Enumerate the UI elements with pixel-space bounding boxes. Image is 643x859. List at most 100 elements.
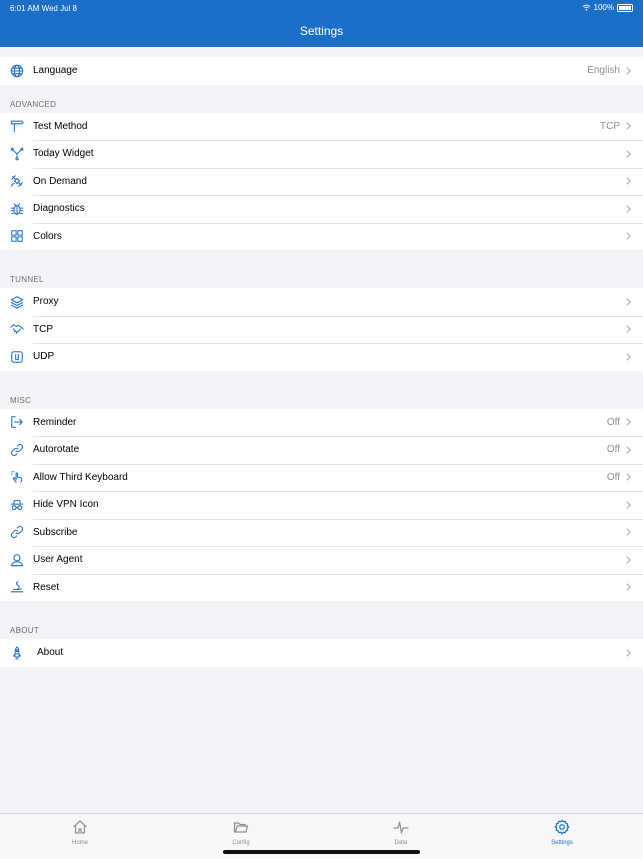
battery-percent: 100%	[593, 3, 614, 12]
incognito-icon	[9, 497, 25, 513]
signpost-icon	[9, 118, 25, 134]
row-label: Diagnostics	[33, 203, 85, 215]
row-colors[interactable]: Colors	[0, 222, 643, 250]
section-header-advanced: ADVANCED	[10, 99, 57, 109]
chevron-right-icon	[623, 445, 633, 454]
row-label: UDP	[33, 351, 55, 363]
sign-in-icon	[9, 414, 25, 430]
tab-settings[interactable]: Settings	[532, 819, 592, 846]
globe-icon	[9, 63, 25, 79]
row-allow-third-keyboard[interactable]: Allow Third Keyboard Off	[0, 463, 643, 491]
row-user-agent[interactable]: User Agent	[0, 546, 643, 574]
row-reset[interactable]: Reset	[0, 573, 643, 601]
chevron-right-icon	[623, 352, 633, 361]
row-hide-vpn-icon[interactable]: Hide VPN Icon	[0, 491, 643, 519]
tab-config[interactable]: Config	[211, 819, 271, 846]
row-autorotate[interactable]: Autorotate Off	[0, 436, 643, 464]
home-indicator	[223, 850, 420, 854]
row-on-demand[interactable]: On Demand	[0, 167, 643, 195]
branch-icon	[9, 146, 25, 162]
link-icon	[9, 524, 25, 540]
row-diagnostics[interactable]: Diagnostics	[0, 195, 643, 223]
chevron-right-icon	[623, 528, 633, 537]
row-label: Today Widget	[33, 148, 94, 160]
chevron-right-icon	[623, 149, 633, 158]
chevron-right-icon	[623, 122, 633, 131]
row-label: Hide VPN Icon	[33, 499, 99, 511]
row-label: About	[37, 647, 64, 659]
chevron-right-icon	[623, 325, 633, 334]
chevron-right-icon	[623, 473, 633, 482]
chevron-right-icon	[623, 500, 633, 509]
gear-icon	[554, 819, 570, 835]
row-label: Subscribe	[33, 526, 78, 538]
chevron-right-icon	[623, 418, 633, 427]
pulse-icon	[393, 821, 409, 834]
row-label: Reset	[33, 581, 60, 593]
chevron-right-icon	[623, 204, 633, 213]
tab-label: Config	[232, 840, 250, 846]
row-value: Off	[606, 416, 620, 428]
tunnel-group: Proxy TCP UDP	[0, 288, 643, 371]
status-time: 6:01 AM Wed Jul 8	[10, 4, 77, 13]
chevron-right-icon	[623, 297, 633, 306]
row-label: On Demand	[33, 175, 87, 187]
row-label: Reminder	[33, 416, 77, 428]
folder-icon	[233, 822, 249, 833]
row-test-method[interactable]: Test Method TCP	[0, 112, 643, 140]
row-language[interactable]: Language English	[0, 57, 643, 85]
row-value: Off	[606, 471, 620, 483]
advanced-group: Test Method TCP Today Widget On Demand D…	[0, 112, 643, 250]
row-label: Allow Third Keyboard	[33, 471, 128, 483]
bug-icon	[9, 201, 25, 217]
row-today-widget[interactable]: Today Widget	[0, 140, 643, 168]
row-label: User Agent	[33, 554, 83, 566]
link-icon	[9, 442, 25, 458]
tab-data[interactable]: Data	[371, 819, 431, 846]
row-label: Proxy	[33, 296, 59, 308]
battery-icon	[617, 3, 633, 12]
row-label: Language	[33, 65, 78, 77]
handshake-icon	[9, 321, 25, 337]
layers-icon	[9, 294, 25, 310]
row-reminder[interactable]: Reminder Off	[0, 408, 643, 436]
row-label: Test Method	[33, 120, 88, 132]
misc-group: Reminder Off Autorotate Off Allow Third …	[0, 408, 643, 601]
chevron-right-icon	[623, 583, 633, 592]
tab-home[interactable]: Home	[50, 819, 110, 846]
chevron-right-icon	[623, 66, 633, 75]
row-udp[interactable]: UDP	[0, 343, 643, 371]
row-label: TCP	[33, 323, 53, 335]
chevron-right-icon	[623, 232, 633, 241]
page-title: Settings	[299, 24, 344, 38]
chevron-right-icon	[623, 177, 633, 186]
section-header-tunnel: TUNNEL	[10, 275, 44, 284]
row-value: Off	[606, 444, 620, 456]
row-tcp[interactable]: TCP	[0, 315, 643, 343]
rocket-icon	[9, 645, 25, 661]
chevron-right-icon	[623, 555, 633, 564]
row-label: Colors	[33, 230, 62, 242]
chevron-right-icon	[623, 648, 633, 657]
wifi-icon	[582, 4, 590, 11]
tab-label: Home	[71, 840, 88, 846]
row-about[interactable]: About	[0, 639, 643, 667]
tab-label: Settings	[551, 840, 573, 846]
section-header-misc: MISC	[10, 395, 32, 405]
reset-icon	[9, 579, 25, 595]
device-icon	[9, 349, 25, 365]
about-group: About	[0, 639, 643, 667]
status-indicators: 100%	[582, 3, 633, 12]
language-group: Language English	[0, 57, 643, 85]
row-value: English	[587, 65, 620, 77]
row-label: Autorotate	[33, 444, 80, 456]
hand-pointer-icon	[9, 469, 25, 485]
grid-icon	[9, 228, 25, 244]
row-subscribe[interactable]: Subscribe	[0, 518, 643, 546]
home-icon	[73, 820, 87, 834]
row-value: TCP	[600, 120, 620, 132]
row-proxy[interactable]: Proxy	[0, 288, 643, 316]
navigation-bar: 6:01 AM Wed Jul 8 100% Settings	[0, 0, 643, 47]
satellite-icon	[9, 173, 25, 189]
section-header-about: ABOUT	[10, 626, 40, 635]
